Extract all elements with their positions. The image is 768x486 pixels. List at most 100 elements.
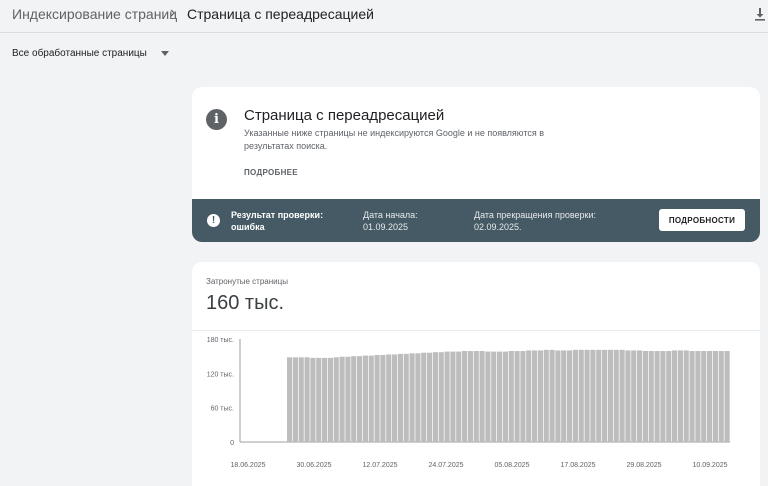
chart-bar[interactable]	[491, 351, 497, 442]
chart-bar[interactable]	[310, 357, 316, 442]
download-icon[interactable]	[752, 6, 768, 22]
chart-bar[interactable]	[304, 357, 310, 442]
info-icon: i	[206, 109, 227, 130]
chart-bar[interactable]	[712, 351, 718, 442]
chart-bar[interactable]	[654, 351, 660, 442]
chart-bar[interactable]	[607, 349, 613, 442]
chart-bar[interactable]	[473, 351, 479, 442]
chart-bar[interactable]	[642, 351, 648, 442]
chart-bar[interactable]	[316, 357, 322, 442]
chart-bar[interactable]	[327, 357, 333, 442]
chart-bar[interactable]	[584, 349, 590, 442]
chart-bar[interactable]	[537, 350, 543, 442]
chart-bar[interactable]	[561, 350, 567, 442]
chart-bar[interactable]	[397, 353, 403, 442]
affected-pages-count: 160 тыс.	[206, 292, 285, 314]
chart-bar[interactable]	[602, 349, 608, 442]
chart-bar[interactable]	[619, 349, 625, 442]
details-button[interactable]: ПОДРОБНОСТИ	[659, 209, 745, 231]
chart-bar[interactable]	[701, 351, 707, 442]
chart-bar[interactable]	[590, 349, 596, 442]
chart-bar[interactable]	[637, 350, 643, 442]
chart-bar[interactable]	[351, 356, 357, 442]
x-tick-label: 18.06.2025	[230, 462, 265, 469]
chart-bar[interactable]	[298, 357, 304, 442]
chart-bar[interactable]	[485, 351, 491, 442]
y-tick-label: 0	[230, 440, 234, 447]
chart-bar[interactable]	[386, 354, 392, 442]
breadcrumb-root[interactable]: Индексирование страниц	[12, 6, 177, 22]
pages-filter-dropdown[interactable]: Все обработанные страницы	[12, 46, 169, 60]
chart-bar[interactable]	[374, 355, 380, 442]
filter-label: Все обработанные страницы	[12, 47, 147, 59]
chart-bar[interactable]	[497, 351, 503, 442]
x-tick-label: 05.08.2025	[494, 462, 529, 469]
learn-more-link[interactable]: ПОДРОБНЕЕ	[244, 168, 298, 177]
chart-bar[interactable]	[432, 352, 438, 442]
chart-bar[interactable]	[368, 355, 374, 442]
chart-bar[interactable]	[333, 357, 339, 442]
chart-bar[interactable]	[648, 351, 654, 442]
chart-bar[interactable]	[380, 355, 386, 442]
chart-bar[interactable]	[596, 349, 602, 442]
affected-pages-chart: 180 тыс. 120 тыс. 60 тыс. 0 18.06.2025 30.06.…	[207, 337, 730, 469]
chart-bar[interactable]	[415, 353, 421, 442]
dropdown-arrow-icon	[160, 50, 169, 56]
chart-bar[interactable]	[724, 351, 730, 442]
chart-bar[interactable]	[421, 352, 427, 442]
validation-status-bar: ! Результат проверки: ошибка Дата начала…	[192, 199, 760, 242]
chart-bar[interactable]	[555, 350, 561, 442]
chart-bar[interactable]	[567, 350, 573, 442]
chart-bar[interactable]	[660, 351, 666, 442]
chart-bar[interactable]	[707, 351, 713, 442]
chart-bar[interactable]	[403, 353, 409, 442]
y-tick-label: 180 тыс.	[207, 337, 234, 344]
chart-bar[interactable]	[427, 352, 433, 442]
chart-bar[interactable]	[549, 349, 555, 442]
affected-pages-label: Затронутые страницы	[206, 277, 288, 286]
chart-bar[interactable]	[718, 351, 724, 442]
chart-bar[interactable]	[392, 354, 398, 442]
breadcrumb-current: Страница с переадресацией	[187, 6, 374, 22]
chart-bar[interactable]	[613, 349, 619, 442]
chart-bar[interactable]	[683, 350, 689, 442]
chart-bar[interactable]	[345, 356, 351, 442]
issue-description: Указанные ниже страницы не индексируются…	[244, 128, 545, 151]
chart-bar[interactable]	[479, 351, 485, 442]
chart-bar[interactable]	[467, 351, 473, 442]
chart-bar[interactable]	[508, 351, 514, 442]
chart-bar[interactable]	[362, 355, 368, 442]
chart-bar[interactable]	[502, 351, 508, 442]
chart-bar[interactable]	[514, 351, 520, 442]
validation-end-date: Дата прекращения проверки: 02.09.2025.	[474, 210, 596, 232]
chart-bar[interactable]	[520, 351, 526, 442]
chart-bar[interactable]	[456, 351, 462, 442]
chart-bar[interactable]	[462, 351, 468, 442]
chart-bar[interactable]	[532, 350, 538, 442]
chart-bar[interactable]	[526, 350, 532, 442]
chart-bar[interactable]	[292, 357, 298, 442]
chart-bar[interactable]	[695, 351, 701, 442]
chart-bar[interactable]	[438, 352, 444, 442]
chart-bar[interactable]	[631, 350, 637, 442]
chart-bar[interactable]	[409, 353, 415, 442]
chart-bar[interactable]	[543, 349, 549, 442]
chart-bar[interactable]	[444, 351, 450, 442]
y-tick-label: 60 тыс.	[211, 406, 234, 413]
chart-bar[interactable]	[339, 356, 345, 442]
chart-bar[interactable]	[357, 356, 363, 442]
chart-bar[interactable]	[450, 351, 456, 442]
chart-bar[interactable]	[322, 357, 328, 442]
chart-bar[interactable]	[672, 350, 678, 442]
x-tick-label: 10.09.2025	[692, 462, 727, 469]
issue-title: Страница с переадресацией	[244, 107, 445, 124]
chart-bar[interactable]	[578, 349, 584, 442]
chart-bar[interactable]	[689, 351, 695, 442]
top-bar: Индексирование страниц › Страница с пере…	[0, 0, 768, 32]
chart-bar[interactable]	[572, 349, 578, 442]
chart-bar[interactable]	[625, 350, 631, 442]
chart-bar[interactable]	[677, 350, 683, 442]
issue-info-card: i Страница с переадресацией Указанные ни…	[192, 87, 760, 242]
chart-bar[interactable]	[287, 357, 293, 442]
chart-bar[interactable]	[666, 351, 672, 442]
